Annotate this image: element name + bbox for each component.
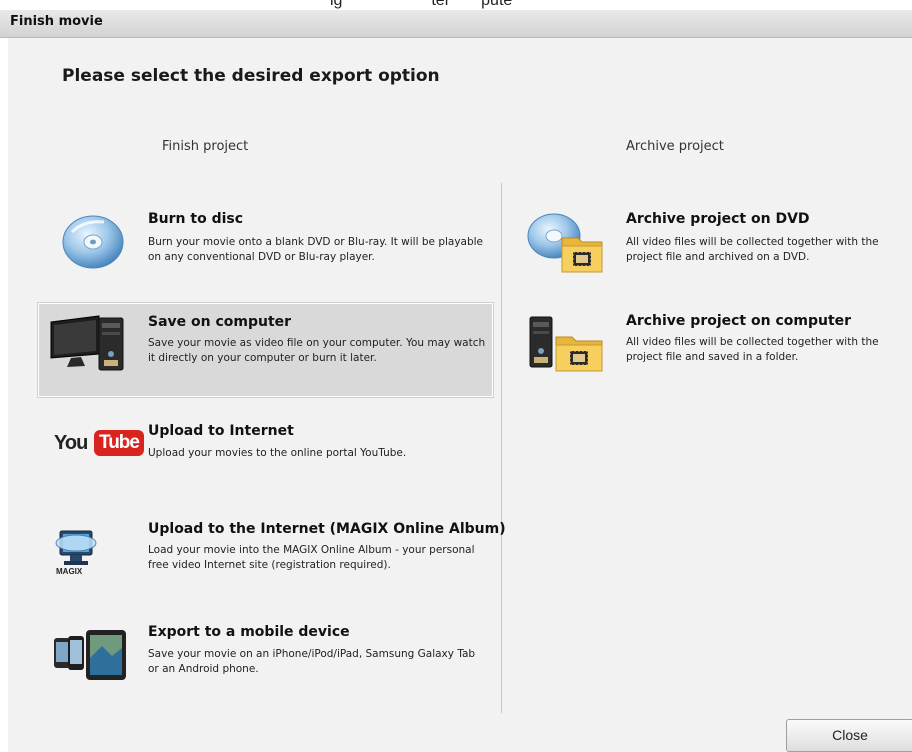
option-title: Upload to the Internet (MAGIX Online Alb… bbox=[148, 521, 506, 537]
option-description: Load your movie into the MAGIX Online Al… bbox=[148, 544, 475, 571]
mobile-devices-icon bbox=[54, 630, 126, 680]
option-title: Save on computer bbox=[148, 314, 292, 330]
option-description: Save your movie as video file on your co… bbox=[148, 337, 486, 364]
archive-on-dvd-option[interactable]: Archive project on DVD All video files w… bbox=[520, 198, 910, 290]
disc-icon bbox=[62, 215, 124, 269]
option-description: All video files will be collected togeth… bbox=[626, 236, 879, 263]
close-button[interactable]: Close bbox=[786, 719, 912, 752]
save-on-computer-option[interactable]: Save on computer Save your movie as vide… bbox=[38, 303, 493, 397]
archive-on-computer-option[interactable]: Archive project on computer All video fi… bbox=[520, 303, 910, 395]
upload-to-internet-option[interactable]: You Tube Upload to Internet Upload your … bbox=[38, 410, 493, 480]
youtube-tube-text: Tube bbox=[94, 430, 144, 456]
archive-project-heading: Archive project bbox=[626, 139, 724, 154]
option-title: Archive project on DVD bbox=[626, 211, 810, 227]
option-title: Upload to Internet bbox=[148, 423, 294, 439]
option-title: Burn to disc bbox=[148, 211, 244, 227]
option-title: Export to a mobile device bbox=[148, 624, 350, 640]
page-title: Please select the desired export option bbox=[62, 66, 440, 86]
finish-project-heading: Finish project bbox=[162, 139, 249, 154]
window-titlebar: Finish movie bbox=[0, 10, 912, 38]
option-description: All video files will be collected togeth… bbox=[626, 336, 879, 363]
dvd-folder-icon bbox=[527, 213, 603, 273]
youtube-logo: You Tube bbox=[54, 430, 144, 460]
burn-to-disc-option[interactable]: Burn to disc Burn your movie onto a blan… bbox=[38, 198, 493, 290]
option-description: Upload your movies to the online portal … bbox=[148, 447, 407, 459]
computer-icon bbox=[50, 315, 124, 371]
magix-logo-text: MAGIX bbox=[56, 567, 83, 576]
monitor-globe-icon bbox=[55, 530, 97, 565]
upload-magix-album-option[interactable]: MAGIX Upload to the Internet (MAGIX Onli… bbox=[38, 507, 506, 587]
window-title: Finish movie bbox=[10, 14, 103, 29]
column-divider bbox=[501, 183, 502, 713]
option-description: Burn your movie onto a blank DVD or Blu-… bbox=[148, 236, 484, 263]
cropped-caption-text: ig ter pute bbox=[330, 0, 513, 9]
option-title: Archive project on computer bbox=[626, 313, 852, 329]
magix-icon: MAGIX bbox=[50, 527, 102, 583]
computer-folder-icon bbox=[529, 316, 603, 372]
youtube-you-text: You bbox=[54, 432, 88, 454]
option-description: Save your movie on an iPhone/iPod/iPad, … bbox=[148, 648, 476, 675]
export-mobile-device-option[interactable]: Export to a mobile device Save your movi… bbox=[38, 612, 493, 692]
